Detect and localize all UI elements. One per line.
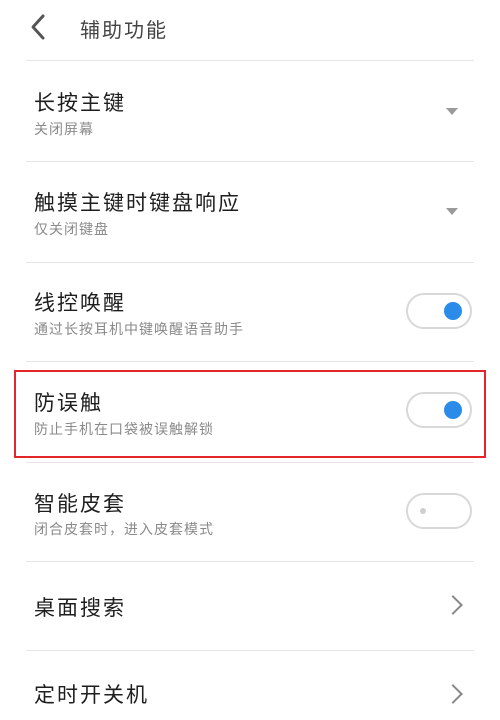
chevron-right-icon	[443, 684, 463, 704]
wired-wake-toggle[interactable]	[406, 293, 472, 329]
smart-cover-toggle[interactable]	[406, 493, 472, 529]
dropdown-caret-icon	[446, 108, 458, 115]
setting-home-touch-keyboard[interactable]: 触摸主键时键盘响应 仅关闭键盘	[0, 162, 500, 262]
setting-label: 线控唤醒	[34, 291, 126, 315]
setting-label: 长按主键	[34, 91, 126, 115]
chevron-right-icon	[443, 595, 463, 615]
setting-wired-wake[interactable]: 线控唤醒 通过长按耳机中键唤醒语音助手	[0, 263, 500, 361]
setting-label: 触摸主键时键盘响应	[34, 191, 241, 215]
setting-label: 桌面搜索	[34, 596, 126, 620]
toggle-knob	[420, 508, 426, 514]
setting-label: 定时开关机	[34, 683, 149, 707]
toggle-knob	[444, 302, 462, 320]
setting-subtitle: 通过长按耳机中键唤醒语音助手	[34, 322, 244, 338]
back-arrow-icon[interactable]	[24, 12, 54, 42]
setting-label: 智能皮套	[34, 492, 126, 516]
highlight-box	[14, 370, 486, 458]
dropdown-caret-icon	[446, 208, 458, 215]
page-title: 辅助功能	[80, 18, 168, 42]
app-header: 辅助功能	[0, 0, 500, 58]
setting-long-press-home[interactable]: 长按主键 关闭屏幕	[0, 61, 500, 161]
setting-scheduled-power[interactable]: 定时开关机	[0, 651, 500, 720]
setting-desktop-search[interactable]: 桌面搜索	[0, 562, 500, 650]
setting-subtitle: 闭合皮套时，进入皮套模式	[34, 522, 214, 538]
setting-subtitle: 关闭屏幕	[34, 122, 94, 138]
setting-subtitle: 仅关闭键盘	[34, 222, 109, 238]
setting-smart-cover[interactable]: 智能皮套 闭合皮套时，进入皮套模式	[0, 463, 500, 561]
